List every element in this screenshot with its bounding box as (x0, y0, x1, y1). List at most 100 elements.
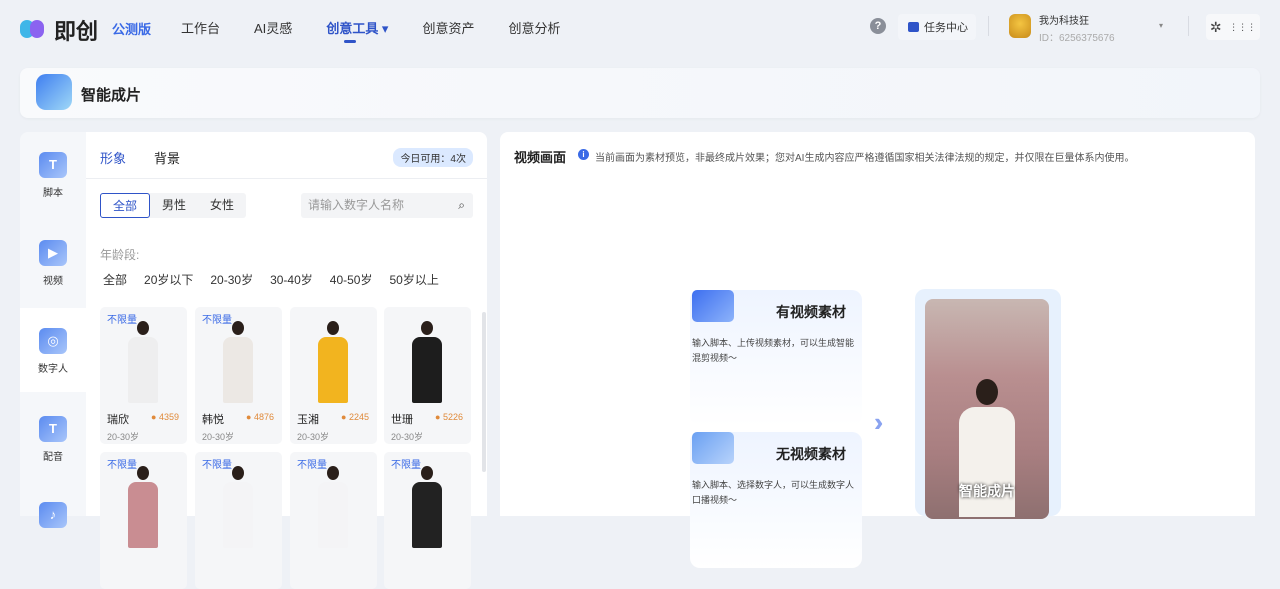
age-label: 年龄段: (100, 248, 140, 262)
edition-badge: 公测版 (112, 22, 152, 37)
gender-female[interactable]: 女性 (198, 193, 246, 218)
nav-creative-tools[interactable]: 创意工具 ▾ (326, 18, 388, 43)
avatar-image (128, 321, 158, 403)
chevron-down-icon[interactable]: ▾ (1159, 21, 1163, 30)
sidebar-item-label: 视频 (43, 276, 63, 287)
avatar-name: 韩悦 (202, 414, 224, 426)
gear-icon[interactable]: ✲ (1210, 19, 1222, 36)
task-center-button[interactable]: 任务中心 (898, 14, 976, 40)
avatar-age: 20-30岁 (202, 432, 235, 442)
digital-human-panel: 形象 背景 今日可用：4次 全部 男性 女性 请输入数字人名称 ⌕ 年龄段: 全部 … (86, 132, 487, 589)
option-desc: 输入脚本、上传视频素材，可以生成智能混剪视频～ (692, 338, 855, 363)
top-bar: 即创 公测版 工作台 AI灵感 创意工具 ▾ 创意资产 创意分析 ? 任务中心 … (0, 0, 1280, 52)
option-without-video[interactable]: 无视频素材 输入脚本、选择数字人，可以生成数字人口播视频～ (690, 432, 862, 568)
avatar-score: ● 2245 (341, 412, 369, 422)
calendar-icon (908, 22, 919, 32)
gender-all[interactable]: 全部 (100, 193, 151, 218)
preview-note: 当前画面为素材预览，非最终成片效果；您对AI生成内容应严格遵循国家相关法律法规的… (595, 153, 1135, 164)
avatar-card[interactable]: 不限量 (100, 452, 187, 589)
age-filter: 全部 20岁以下 20-30岁 30-40岁 40-50岁 50岁以上 (103, 271, 439, 288)
tab-background[interactable]: 背景 (154, 148, 180, 167)
script-icon: T (39, 152, 67, 178)
gender-male[interactable]: 男性 (150, 193, 198, 218)
avatar-name: 瑞欣 (107, 414, 129, 426)
scrollbar[interactable] (482, 312, 486, 472)
avatar-card[interactable]: 玉湘 ● 2245 20-30岁 (290, 307, 377, 444)
sidebar-item-script[interactable]: T 脚本 (20, 132, 86, 216)
help-icon[interactable]: ? (870, 18, 886, 34)
nav-creative-analysis[interactable]: 创意分析 (508, 18, 560, 37)
logo[interactable]: 即创 (20, 14, 98, 46)
age-40-50[interactable]: 40-50岁 (330, 271, 373, 288)
avatar-image (412, 466, 442, 548)
avatar-age: 20-30岁 (391, 432, 424, 442)
search-icon[interactable]: ⌕ (458, 193, 465, 218)
apps-grid-icon[interactable]: ⋮⋮⋮ (1229, 22, 1256, 33)
avatar-score: ● 5226 (435, 412, 463, 422)
option-title: 有视频素材 (776, 304, 846, 320)
avatar-name: 玉湘 (297, 414, 319, 426)
sidebar-item-label: 配音 (43, 452, 63, 463)
age-all[interactable]: 全部 (103, 271, 127, 288)
age-30-40[interactable]: 30-40岁 (270, 271, 313, 288)
divider (1188, 16, 1189, 36)
nav-workbench[interactable]: 工作台 (181, 18, 220, 37)
video-preview-panel: 视频画面 i 当前画面为素材预览，非最终成片效果；您对AI生成内容应严格遵循国家… (500, 132, 1255, 568)
tool-sidebar: T 脚本 ▶ 视频 ◎ 数字人 T 配音 ♪ (20, 132, 86, 528)
divider (86, 178, 487, 179)
avatar-card[interactable]: 世珊 ● 5226 20-30岁 (384, 307, 471, 444)
tab-appearance[interactable]: 形象 (100, 148, 126, 167)
avatar-image (128, 466, 158, 548)
age-under-20[interactable]: 20岁以下 (144, 271, 193, 288)
search-input[interactable]: 请输入数字人名称 ⌕ (301, 193, 473, 218)
user-id: ID：6256375676 (1039, 33, 1115, 44)
smart-video-icon (36, 74, 72, 110)
main-nav: 工作台 AI灵感 创意工具 ▾ 创意资产 创意分析 (181, 18, 594, 43)
info-icon: i (578, 149, 589, 160)
folder-check-icon (692, 290, 734, 322)
gender-filter: 全部 男性 女性 (100, 193, 247, 218)
avatar-image (412, 321, 442, 403)
page-header: 智能成片 (20, 68, 1260, 118)
logo-icon (20, 20, 48, 40)
nav-ai-inspiration[interactable]: AI灵感 (254, 18, 292, 37)
sidebar-item-label: 脚本 (43, 188, 63, 199)
option-with-video[interactable]: 有视频素材 输入脚本、上传视频素材，可以生成智能混剪视频～ (690, 290, 862, 426)
preview-image: 智能成片 (925, 299, 1049, 519)
phone-preview: 智能成片 (915, 289, 1061, 519)
avatar-score: ● 4359 (151, 412, 179, 422)
avatar-name: 世珊 (391, 414, 413, 426)
avatar-card[interactable]: 不限量 (195, 452, 282, 589)
avatar-card[interactable]: 不限量 瑞欣 ● 4359 20-30岁 (100, 307, 187, 444)
avatar[interactable] (1009, 14, 1031, 38)
preview-title: 视频画面 (514, 150, 567, 165)
video-icon: ▶ (39, 240, 67, 266)
brand-name: 即创 (54, 19, 99, 44)
avatar-age: 20-30岁 (107, 432, 140, 442)
divider (988, 16, 989, 36)
folder-cross-icon (692, 432, 734, 464)
dubbing-icon: T (39, 416, 67, 442)
user-name[interactable]: 我为科技狂 (1039, 12, 1089, 27)
sidebar-item-digital-human[interactable]: ◎ 数字人 (20, 308, 86, 392)
quota-badge: 今日可用：4次 (393, 148, 473, 167)
sidebar-item-label: 数字人 (38, 364, 68, 375)
toolbar: ✲ ⋮⋮⋮ (1206, 14, 1260, 40)
sidebar-item-video[interactable]: ▶ 视频 (20, 220, 86, 304)
music-icon: ♪ (39, 502, 67, 528)
avatar-card[interactable]: 不限量 (384, 452, 471, 589)
sidebar-item-music[interactable]: ♪ (20, 482, 86, 566)
avatar-image (223, 466, 253, 548)
age-20-30[interactable]: 20-30岁 (210, 271, 253, 288)
age-over-50[interactable]: 50岁以上 (389, 271, 438, 288)
search-placeholder: 请输入数字人名称 (308, 198, 405, 212)
avatar-image (318, 466, 348, 548)
avatar-card[interactable]: 不限量 (290, 452, 377, 589)
preview-caption: 智能成片 (959, 483, 1015, 499)
avatar-image (318, 321, 348, 403)
avatar-card[interactable]: 不限量 韩悦 ● 4876 20-30岁 (195, 307, 282, 444)
double-chevron-right-icon: ›› (874, 407, 886, 437)
avatar-score: ● 4876 (246, 412, 274, 422)
nav-creative-assets[interactable]: 创意资产 (422, 18, 474, 37)
sidebar-item-dubbing[interactable]: T 配音 (20, 396, 86, 480)
